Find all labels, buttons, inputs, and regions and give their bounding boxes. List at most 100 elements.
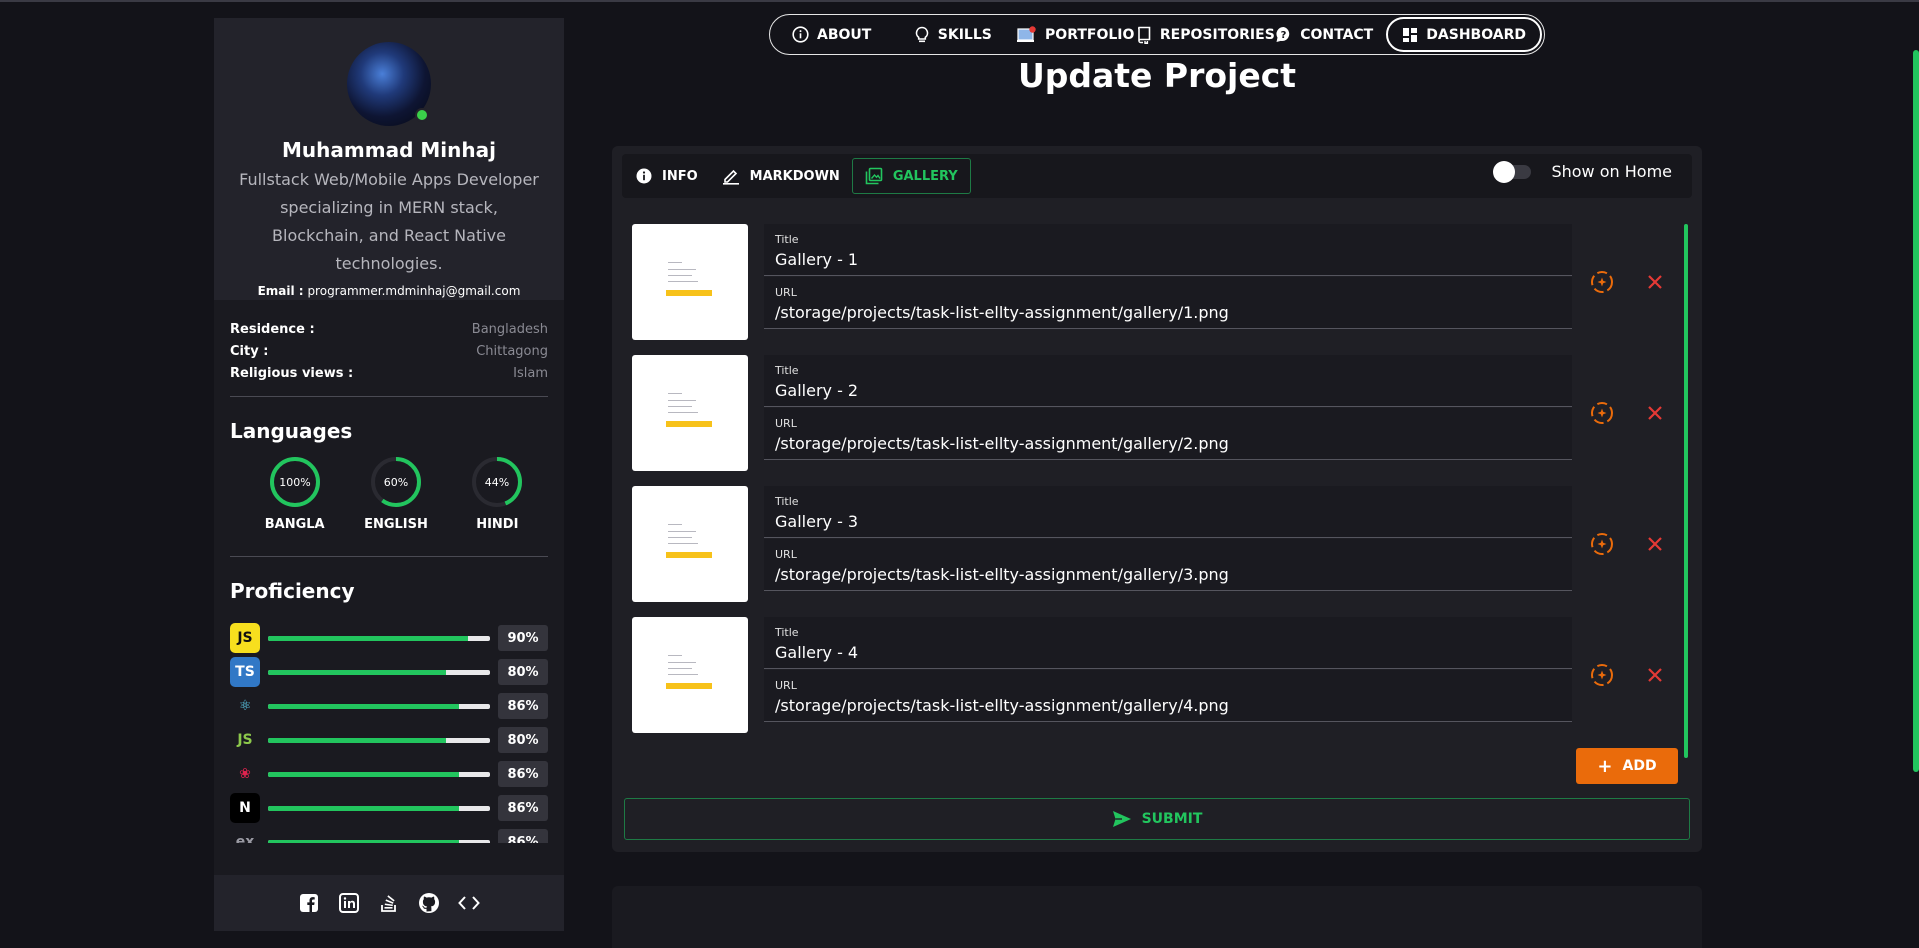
info-value: Islam (513, 365, 548, 381)
url-input[interactable]: /storage/projects/task-list-ellty-assign… (775, 565, 1229, 584)
languages-title: Languages (230, 419, 353, 443)
gallery-url-field[interactable]: URL/storage/projects/task-list-ellty-ass… (764, 670, 1572, 722)
language-item: 60% ENGLISH (345, 455, 446, 532)
profile-sidebar: Muhammad Minhaj Fullstack Web/Mobile App… (214, 18, 564, 931)
add-label: ADD (1622, 758, 1657, 774)
tab-info[interactable]: INFO (624, 158, 710, 194)
replace-image-icon[interactable] (1588, 530, 1616, 558)
nav-item-about[interactable]: ABOUT (792, 15, 914, 54)
replace-image-icon[interactable] (1588, 399, 1616, 427)
gallery-url-field[interactable]: URL/storage/projects/task-list-ellty-ass… (764, 277, 1572, 329)
thumbnail-preview (666, 653, 712, 695)
title-label: Title (775, 495, 799, 508)
tab-gallery[interactable]: GALLERY (851, 158, 971, 194)
nav-item-dashboard[interactable]: DASHBOARD (1386, 17, 1542, 52)
proficiency-percent: 80% (498, 659, 548, 685)
nav-label: DASHBOARD (1426, 26, 1526, 43)
thumbnail-preview (666, 391, 712, 433)
nav-item-repositories[interactable]: REPOSITORIES (1136, 15, 1275, 54)
url-label: URL (775, 286, 797, 299)
proficiency-bar (268, 703, 490, 709)
proficiency-bar-fill (268, 771, 459, 777)
proficiency-percent: 80% (498, 727, 548, 753)
title-input[interactable]: Gallery - 3 (775, 512, 858, 531)
replace-image-icon[interactable] (1588, 268, 1616, 296)
gallery-scrollbar[interactable] (1684, 224, 1688, 758)
window-top-border (0, 0, 1919, 2)
nav-item-portfolio[interactable]: PORTFOLIO (1017, 15, 1136, 54)
info-key: Residence : (230, 321, 315, 337)
stackoverflow-icon[interactable] (378, 892, 400, 914)
delete-icon[interactable] (1641, 268, 1669, 296)
delete-icon[interactable] (1641, 661, 1669, 689)
page-scrollbar[interactable] (1913, 50, 1919, 772)
title-input[interactable]: Gallery - 4 (775, 643, 858, 662)
url-input[interactable]: /storage/projects/task-list-ellty-assign… (775, 696, 1229, 715)
repository-icon (1136, 26, 1152, 44)
gallery-url-field[interactable]: URL/storage/projects/task-list-ellty-ass… (764, 539, 1572, 591)
gallery-list[interactable]: Title Gallery - 1 URL/storage/projects/tas… (632, 224, 1702, 774)
nav-label: REPOSITORIES (1159, 26, 1275, 43)
javascript-icon: JS (230, 623, 260, 653)
url-label: URL (775, 548, 797, 561)
tab-label: GALLERY (892, 168, 958, 184)
proficiency-percent: 86% (498, 693, 548, 719)
profile-name: Muhammad Minhaj (282, 138, 496, 162)
nav-label: CONTACT (1300, 26, 1374, 43)
gallery-thumbnail[interactable] (632, 617, 748, 733)
delete-icon[interactable] (1641, 530, 1669, 558)
secondary-panel (612, 886, 1702, 948)
gallery-icon (865, 167, 883, 185)
gallery-title-field[interactable]: Title Gallery - 2 (764, 355, 1572, 407)
gallery-item: Title Gallery - 4 URL/storage/projects/tas… (632, 617, 1672, 733)
info-icon (792, 26, 809, 43)
main-navbar: ABOUT SKILLS PORTFOLIO REPOSITORIES ? CO… (769, 14, 1545, 55)
gallery-thumbnail[interactable] (632, 486, 748, 602)
online-status-dot (415, 108, 429, 122)
tab-markdown[interactable]: MARKDOWN (710, 158, 852, 194)
tab-label: MARKDOWN (749, 168, 840, 184)
info-row: Residence : Bangladesh (230, 318, 548, 340)
url-input[interactable]: /storage/projects/task-list-ellty-assign… (775, 434, 1229, 453)
proficiency-row: N 86% (230, 791, 548, 825)
gallery-url-field[interactable]: URL/storage/projects/task-list-ellty-ass… (764, 408, 1572, 460)
gallery-thumbnail[interactable] (632, 224, 748, 340)
nav-item-contact[interactable]: ? CONTACT (1275, 15, 1386, 54)
gallery-title-field[interactable]: Title Gallery - 3 (764, 486, 1572, 538)
profile-card: Muhammad Minhaj Fullstack Web/Mobile App… (214, 18, 564, 300)
nodejs-icon: JS (237, 732, 253, 748)
title-input[interactable]: Gallery - 1 (775, 250, 858, 269)
title-input[interactable]: Gallery - 2 (775, 381, 858, 400)
proficiency-bar-fill (268, 703, 459, 709)
gallery-title-field[interactable]: Title Gallery - 4 (764, 617, 1572, 669)
facebook-icon[interactable] (298, 892, 320, 914)
show-on-home-control: Show on Home (1493, 160, 1672, 183)
submit-button[interactable]: SUBMIT (624, 798, 1690, 840)
delete-icon[interactable] (1641, 399, 1669, 427)
proficiency-bar (268, 737, 490, 743)
gallery-item: Title Gallery - 3 URL/storage/projects/tas… (632, 486, 1672, 602)
profile-bio: Fullstack Web/Mobile Apps Developer spec… (239, 170, 539, 273)
proficiency-bar (268, 839, 490, 843)
update-project-panel: INFO MARKDOWN GALLERY Show on Home Title… (612, 146, 1702, 852)
gallery-thumbnail[interactable] (632, 355, 748, 471)
proficiency-row: ❀ 86% (230, 757, 548, 791)
nav-item-skills[interactable]: SKILLS (914, 15, 1017, 54)
lightbulb-icon (914, 26, 930, 44)
url-input[interactable]: /storage/projects/task-list-ellty-assign… (775, 303, 1229, 322)
add-gallery-button[interactable]: + ADD (1576, 748, 1678, 784)
avatar (347, 42, 431, 126)
gallery-title-field[interactable]: Title Gallery - 1 (764, 224, 1572, 276)
proficiency-list[interactable]: JS 90% TS 80% ⚛ 86% JS 80% ❀ 86% N 86% ex 86% (214, 603, 564, 843)
portfolio-icon (1017, 25, 1037, 44)
plus-icon: + (1597, 755, 1613, 777)
replace-image-icon[interactable] (1588, 661, 1616, 689)
language-name: ENGLISH (364, 517, 428, 532)
proficiency-title: Proficiency (230, 579, 355, 603)
code-icon[interactable] (458, 892, 480, 914)
linkedin-icon[interactable] (338, 892, 360, 914)
email-value: programmer.mdminhaj@gmail.com (307, 284, 521, 298)
github-icon[interactable] (418, 892, 440, 914)
show-on-home-toggle[interactable] (1493, 160, 1532, 183)
proficiency-bar (268, 635, 490, 641)
